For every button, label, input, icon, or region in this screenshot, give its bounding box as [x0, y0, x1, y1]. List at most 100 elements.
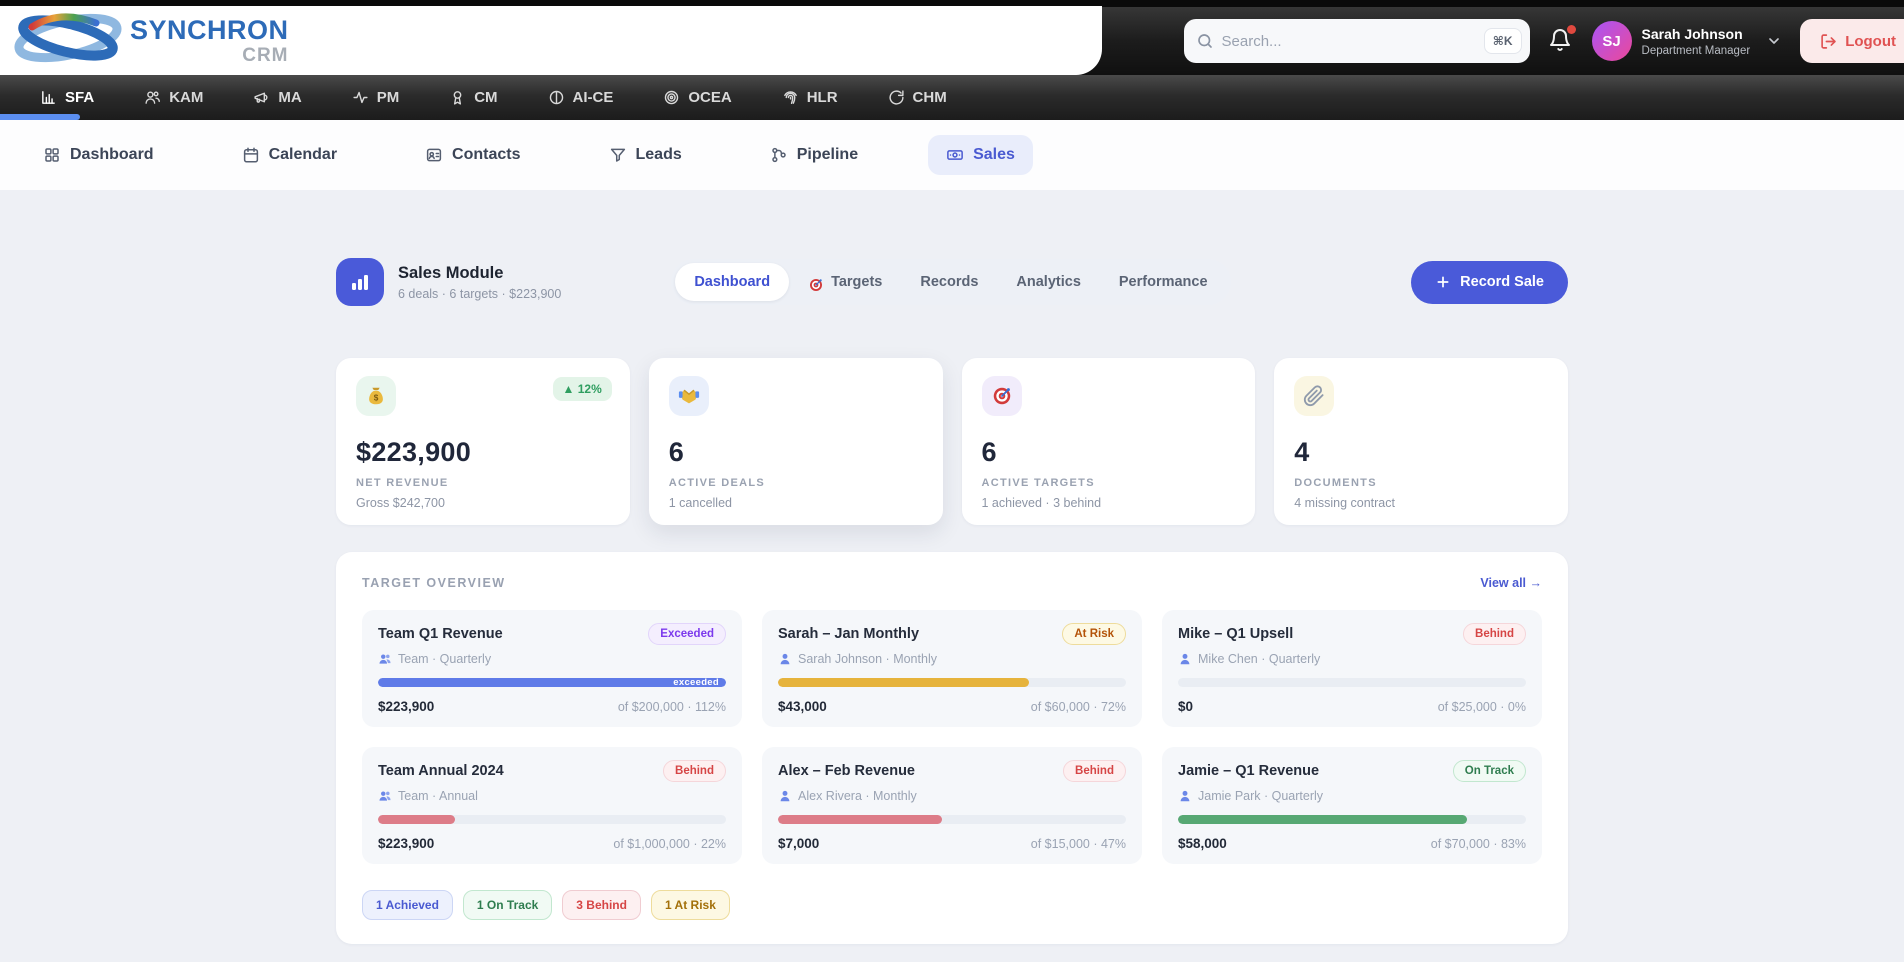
sub-nav-item-calendar[interactable]: Calendar [224, 135, 355, 175]
logout-label: Logout [1845, 33, 1896, 50]
target-progress-track: exceeded [378, 678, 726, 687]
target-progress-track [778, 678, 1126, 687]
module-nav-item-chm[interactable]: CHM [888, 89, 947, 106]
target-progress-fill [778, 815, 942, 824]
target-goal-text: of $1,000,000 · 22% [613, 837, 726, 851]
dart-target-icon [982, 376, 1022, 416]
sub-nav-label: Sales [973, 146, 1015, 164]
module-tab-performance[interactable]: Performance [1100, 263, 1227, 301]
module-nav-item-ma[interactable]: MA [253, 89, 301, 106]
bar-chart-icon [40, 89, 57, 106]
target-status-badge: Behind [1063, 760, 1126, 782]
sub-nav-label: Dashboard [70, 146, 154, 164]
brand-sub: CRM [130, 46, 289, 65]
view-all-link[interactable]: View all → [1480, 576, 1542, 590]
target-owner-label: Alex Rivera · Monthly [798, 789, 917, 803]
active-module-underline [0, 114, 80, 120]
module-tab-analytics[interactable]: Analytics [997, 263, 1099, 301]
brand-logo[interactable]: SYNCHRON CRM [10, 11, 289, 70]
search-input[interactable] [1222, 33, 1476, 50]
target-card[interactable]: Alex – Feb Revenue Behind Alex Rivera · Mo… [762, 747, 1142, 864]
notifications-button[interactable] [1548, 28, 1574, 54]
target-current-value: $223,900 [378, 836, 434, 851]
search-box[interactable]: ⌘K [1184, 19, 1530, 63]
person-icon [1178, 652, 1192, 666]
chevron-down-icon [1766, 33, 1782, 49]
target-goal-text: of $70,000 · 83% [1431, 837, 1526, 851]
module-nav-item-ocea[interactable]: OCEA [663, 89, 731, 106]
stat-value: $223,900 [356, 437, 610, 468]
stat-subtext: 4 missing contract [1294, 496, 1548, 510]
target-card[interactable]: Mike – Q1 UpsellBehindMike Chen · Quarte… [1162, 610, 1542, 727]
sub-nav-label: Contacts [452, 146, 520, 164]
record-sale-button[interactable]: Record Sale [1411, 261, 1568, 304]
target-owner-label: Jamie Park · Quarterly [1198, 789, 1323, 803]
sub-nav-item-contacts[interactable]: Contacts [407, 135, 538, 175]
module-nav-label: SFA [65, 89, 94, 106]
funnel-icon [609, 146, 627, 164]
sales-module-header: Sales Module 6 deals · 6 targets · $223,… [336, 254, 1568, 310]
money-bag-icon: $ [356, 376, 396, 416]
target-status-badge: Behind [1463, 623, 1526, 645]
stat-subtext: 1 achieved · 3 behind [982, 496, 1236, 510]
sub-nav-item-dashboard[interactable]: Dashboard [25, 135, 172, 175]
activity-icon [352, 89, 369, 106]
grid-icon [43, 146, 61, 164]
search-icon [1196, 32, 1214, 50]
target-rings-icon [663, 89, 680, 106]
module-tab-targets[interactable]: Targets [789, 263, 901, 301]
target-card[interactable]: Team Annual 2024BehindTeam · Annual$223,… [362, 747, 742, 864]
stat-label: ACTIVE DEALS [669, 477, 923, 489]
sub-nav-item-sales[interactable]: Sales [928, 135, 1033, 175]
module-nav-label: HLR [807, 89, 838, 106]
target-owner: Jamie Park · Quarterly [1178, 789, 1526, 803]
module-nav-item-kam[interactable]: KAM [144, 89, 203, 106]
module-nav-label: CHM [913, 89, 947, 106]
module-tab-records[interactable]: Records [901, 263, 997, 301]
module-nav-label: KAM [169, 89, 203, 106]
target-goal-text: of $25,000 · 0% [1438, 700, 1526, 714]
stat-card-active-deals: 6ACTIVE DEALS1 cancelled [649, 358, 943, 525]
module-nav-item-ai-ce[interactable]: AI-CE [548, 89, 614, 106]
target-progress-fill [378, 815, 455, 824]
paperclip-icon [1294, 376, 1334, 416]
stat-label: DOCUMENTS [1294, 477, 1548, 489]
target-progress-track [1178, 678, 1526, 687]
target-progress-fill [1178, 815, 1467, 824]
sub-nav-item-pipeline[interactable]: Pipeline [752, 135, 876, 175]
module-nav-label: OCEA [688, 89, 731, 106]
target-status-badge: At Risk [1062, 623, 1126, 645]
module-nav-label: AI-CE [573, 89, 614, 106]
module-tab-label: Records [920, 274, 978, 290]
target-card[interactable]: Sarah – Jan MonthlyAt RiskSarah Johnson … [762, 610, 1142, 727]
module-nav-item-pm[interactable]: PM [352, 89, 400, 106]
stat-card-documents: 4DOCUMENTS4 missing contract [1274, 358, 1568, 525]
stat-subtext: Gross $242,700 [356, 496, 610, 510]
target-title: Alex – Feb Revenue [778, 763, 915, 779]
module-nav-item-hlr[interactable]: HLR [782, 89, 838, 106]
sub-nav-label: Leads [636, 146, 682, 164]
target-owner-label: Sarah Johnson · Monthly [798, 652, 937, 666]
target-owner: Alex Rivera · Monthly [778, 789, 1126, 803]
handshake-icon [669, 376, 709, 416]
module-title: Sales Module [398, 264, 561, 283]
svg-text:$: $ [374, 394, 379, 403]
stat-value: 6 [982, 437, 1236, 468]
module-nav-label: CM [474, 89, 497, 106]
module-tab-dashboard[interactable]: Dashboard [675, 263, 789, 301]
stat-label: NET REVENUE [356, 477, 610, 489]
target-card[interactable]: Jamie – Q1 RevenueOn TrackJamie Park · Q… [1162, 747, 1542, 864]
module-nav-item-sfa[interactable]: SFA [40, 89, 94, 106]
target-title: Mike – Q1 Upsell [1178, 626, 1293, 642]
user-menu[interactable]: SJ Sarah Johnson Department Manager [1592, 21, 1783, 61]
logout-button[interactable]: Logout [1800, 19, 1904, 63]
module-tab-label: Performance [1119, 274, 1208, 290]
banknote-icon [946, 146, 964, 164]
sub-nav-item-leads[interactable]: Leads [591, 135, 700, 175]
target-owner-label: Team · Annual [398, 789, 478, 803]
trend-up-badge: ▲ 12% [553, 377, 612, 401]
brand-name: SYNCHRON [130, 17, 289, 44]
target-card[interactable]: Team Q1 RevenueExceededTeam · Quarterlye… [362, 610, 742, 727]
stat-card-net-revenue: $ ▲ 12% $223,900 NET REVENUE Gross $242,700 [336, 358, 630, 525]
module-nav-item-cm[interactable]: CM [449, 89, 497, 106]
